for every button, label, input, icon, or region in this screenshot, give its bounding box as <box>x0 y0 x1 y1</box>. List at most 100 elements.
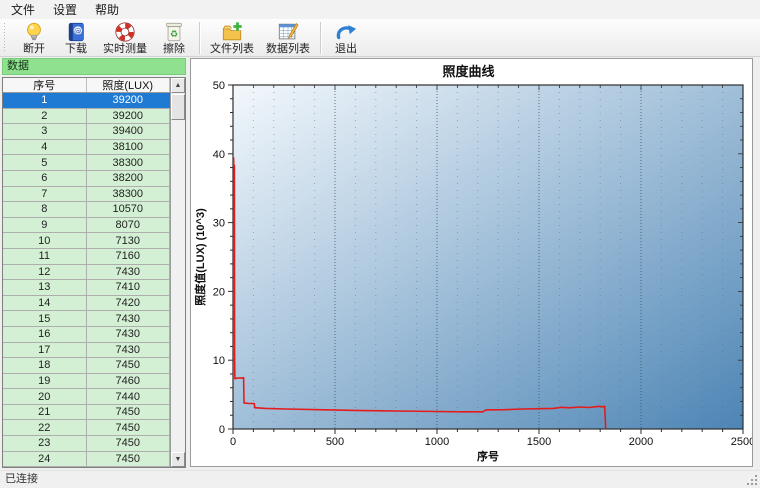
cell-index: 5 <box>3 155 87 170</box>
toolbar-button-label: 下载 <box>65 43 87 55</box>
chart-panel: 照度曲线 0 500 1000 1500 2000 2500 0 10 20 30 40 50 序号 照度值… <box>190 58 753 467</box>
exit-button[interactable]: 退出 <box>325 20 367 56</box>
data-panel-title: 数据 <box>2 58 186 75</box>
table-row[interactable]: 19 7460 <box>3 373 170 390</box>
cell-illuminance: 39200 <box>87 108 170 124</box>
cell-illuminance: 38200 <box>87 170 170 186</box>
table-header-illuminance: 照度(LUX) <box>87 78 170 92</box>
cell-illuminance: 7430 <box>87 264 170 280</box>
svg-text:♻: ♻ <box>170 29 178 40</box>
table-row[interactable]: 7 38300 <box>3 186 170 203</box>
data-list-button[interactable]: 数据列表 <box>260 20 316 56</box>
cell-illuminance: 38300 <box>87 155 170 170</box>
plot-area <box>233 85 743 429</box>
table-row[interactable]: 20 7440 <box>3 389 170 405</box>
cell-illuminance: 7430 <box>87 326 170 342</box>
scroll-thumb[interactable] <box>171 94 185 120</box>
table-row[interactable]: 18 7450 <box>3 358 170 374</box>
cell-index: 9 <box>3 217 87 233</box>
table-row[interactable]: 6 38200 <box>3 170 170 187</box>
cell-illuminance: 7410 <box>87 280 170 295</box>
cell-index: 21 <box>3 404 87 420</box>
table-row[interactable]: 3 39400 <box>3 124 170 140</box>
x-tick-label: 0 <box>230 436 236 448</box>
realtime-button[interactable]: 实时测量 <box>97 20 153 56</box>
folder-plus-icon <box>220 21 244 43</box>
cell-illuminance: 7420 <box>87 295 170 311</box>
scroll-up-arrow[interactable]: ▲ <box>171 78 185 93</box>
status-bar: 已连接 <box>0 470 760 488</box>
toolbar-button-label: 断开 <box>23 43 45 55</box>
menu-help[interactable]: 帮助 <box>86 0 128 20</box>
cell-index: 22 <box>3 420 87 436</box>
lifebuoy-icon <box>113 21 137 43</box>
illuminance-chart: 照度曲线 0 500 1000 1500 2000 2500 0 10 20 30 40 50 序号 照度值… <box>193 64 752 463</box>
table-row[interactable]: 8 10570 <box>3 202 170 218</box>
menu-file[interactable]: 文件 <box>2 0 44 20</box>
table-row[interactable]: 1 39200 <box>3 93 170 109</box>
cell-index: 17 <box>3 342 87 358</box>
toolbar: 断开 @ 下载 实时测量 ♻ 擦除 文件列表 数据列表 退出 <box>0 19 760 57</box>
table-row[interactable]: 24 7450 <box>3 451 170 467</box>
recycle-bin-icon: ♻ <box>162 21 186 43</box>
cell-illuminance: 7450 <box>87 436 170 451</box>
cell-illuminance: 7160 <box>87 248 170 264</box>
table-header-index: 序号 <box>3 78 87 92</box>
cell-index: 19 <box>3 373 87 389</box>
resize-grip-icon[interactable] <box>746 474 759 487</box>
table-row[interactable]: 2 39200 <box>3 108 170 125</box>
cell-illuminance: 7450 <box>87 451 170 467</box>
table-row[interactable]: 16 7430 <box>3 326 170 343</box>
toolbar-button-label: 擦除 <box>163 43 185 55</box>
table-body: 1 39200 2 39200 3 39400 4 38100 5 38300 6 38200 7 383… <box>3 93 170 467</box>
cell-index: 8 <box>3 202 87 217</box>
disconnect-button[interactable]: 断开 <box>13 20 55 56</box>
cell-illuminance: 7430 <box>87 311 170 326</box>
cell-index: 12 <box>3 264 87 280</box>
cell-index: 13 <box>3 280 87 295</box>
toolbar-separator <box>199 21 200 54</box>
y-tick-label: 40 <box>213 149 225 161</box>
cell-index: 2 <box>3 108 87 124</box>
table-row[interactable]: 10 7130 <box>3 233 170 249</box>
table-row[interactable]: 13 7410 <box>3 280 170 296</box>
cell-illuminance: 7440 <box>87 389 170 404</box>
table-row[interactable]: 4 38100 <box>3 139 170 156</box>
table-row[interactable]: 22 7450 <box>3 420 170 437</box>
cell-index: 11 <box>3 248 87 264</box>
table-row[interactable]: 12 7430 <box>3 264 170 281</box>
table-row[interactable]: 11 7160 <box>3 248 170 265</box>
x-tick-label: 2000 <box>629 436 653 448</box>
table-row[interactable]: 14 7420 <box>3 295 170 312</box>
cell-index: 23 <box>3 436 87 451</box>
table-row[interactable]: 15 7430 <box>3 311 170 327</box>
table-row[interactable]: 5 38300 <box>3 155 170 171</box>
table-row[interactable]: 23 7450 <box>3 436 170 452</box>
x-axis-label: 序号 <box>477 449 499 463</box>
x-tick-label: 1000 <box>425 436 449 448</box>
scroll-track[interactable] <box>171 120 185 452</box>
bulb-icon <box>22 21 46 43</box>
cell-index: 15 <box>3 311 87 326</box>
cell-illuminance: 10570 <box>87 202 170 217</box>
scroll-down-arrow[interactable]: ▼ <box>171 452 185 467</box>
toolbar-button-label: 实时测量 <box>103 43 147 55</box>
erase-button[interactable]: ♻ 擦除 <box>153 20 195 56</box>
cell-index: 18 <box>3 358 87 373</box>
file-list-button[interactable]: 文件列表 <box>204 20 260 56</box>
cell-index: 4 <box>3 139 87 155</box>
toolbar-button-label: 文件列表 <box>210 43 254 55</box>
cell-illuminance: 38100 <box>87 139 170 155</box>
cell-index: 16 <box>3 326 87 342</box>
table-scrollbar[interactable]: ▲ ▼ <box>170 78 185 467</box>
toolbar-grip[interactable] <box>4 22 9 53</box>
cell-illuminance: 7460 <box>87 373 170 389</box>
menu-settings[interactable]: 设置 <box>44 0 86 20</box>
table-edit-icon <box>276 21 300 43</box>
x-tick-label: 1500 <box>527 436 551 448</box>
table-row[interactable]: 9 8070 <box>3 217 170 234</box>
table-row[interactable]: 21 7450 <box>3 404 170 421</box>
cell-index: 24 <box>3 451 87 467</box>
table-row[interactable]: 17 7430 <box>3 342 170 359</box>
download-button[interactable]: @ 下载 <box>55 20 97 56</box>
